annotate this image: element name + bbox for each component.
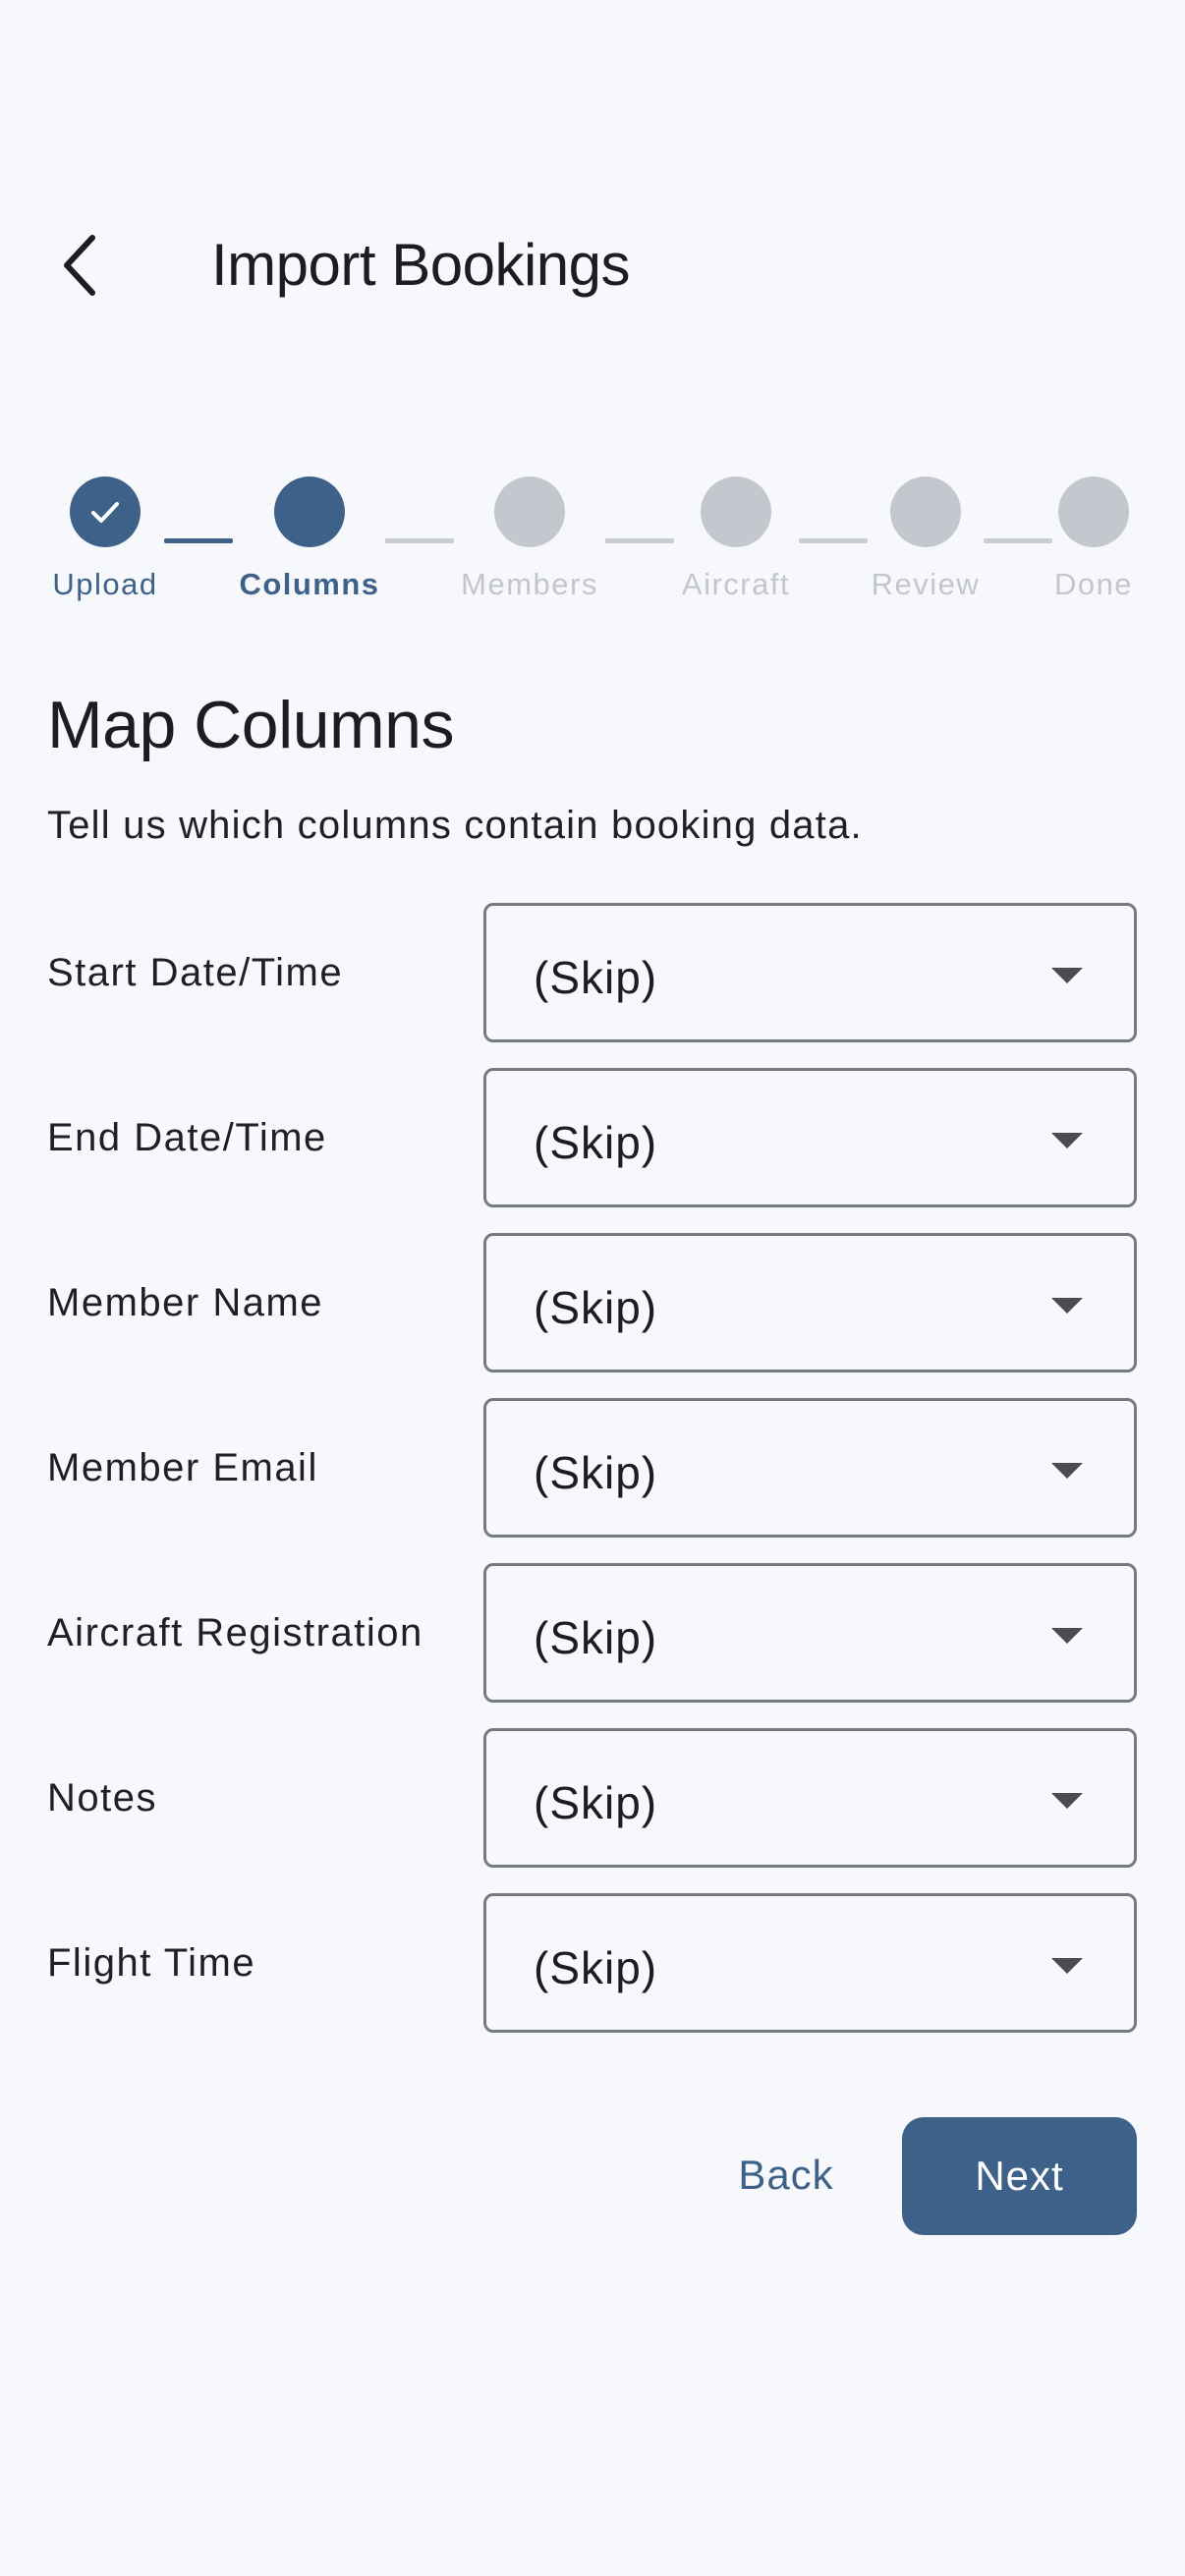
dropdown-arrow-icon [1051, 1628, 1083, 1644]
column-select[interactable]: (Skip) [483, 1233, 1137, 1372]
step-upload-indicator [70, 476, 141, 547]
column-select[interactable]: (Skip) [483, 1563, 1137, 1703]
step-members-indicator [494, 476, 565, 547]
field-label: Aircraft Registration [47, 1611, 423, 1654]
step-aircraft-indicator [701, 476, 771, 547]
select-value: (Skip) [534, 1117, 658, 1168]
step-connector [799, 538, 868, 543]
dropdown-arrow-icon [1051, 1133, 1083, 1148]
page-title: Import Bookings [211, 232, 631, 298]
select-value: (Skip) [534, 1282, 658, 1333]
field-label: Member Email [47, 1446, 318, 1489]
mapping-row: End Date/Time (Skip) [0, 1068, 1185, 1207]
step-connector [164, 538, 233, 543]
step-label: Review [871, 567, 981, 601]
step-columns[interactable]: Columns [211, 476, 408, 604]
column-select[interactable]: (Skip) [483, 1398, 1137, 1538]
dropdown-arrow-icon [1051, 1958, 1083, 1974]
step-label: Aircraft [681, 567, 791, 601]
column-select[interactable]: (Skip) [483, 1728, 1137, 1868]
column-select[interactable]: (Skip) [483, 1068, 1137, 1207]
dropdown-arrow-icon [1051, 1298, 1083, 1314]
step-columns-indicator [274, 476, 345, 547]
field-label: End Date/Time [47, 1116, 327, 1159]
step-connector [984, 538, 1052, 543]
step-label: Upload [52, 567, 158, 601]
mapping-row: Aircraft Registration (Skip) [0, 1563, 1185, 1703]
back-button[interactable]: Back [705, 2117, 867, 2233]
select-value: (Skip) [534, 1447, 658, 1498]
section-description: Tell us which columns contain booking da… [47, 804, 863, 847]
dropdown-arrow-icon [1051, 1793, 1083, 1809]
step-review-indicator [890, 476, 961, 547]
next-button[interactable]: Next [902, 2117, 1137, 2235]
step-done-indicator [1058, 476, 1129, 547]
dropdown-arrow-icon [1051, 968, 1083, 983]
column-select[interactable]: (Skip) [483, 903, 1137, 1042]
mapping-row: Notes (Skip) [0, 1728, 1185, 1868]
select-value: (Skip) [534, 1777, 658, 1828]
check-icon [91, 502, 119, 523]
step-members[interactable]: Members [431, 476, 628, 604]
step-label: Members [461, 567, 598, 601]
chevron-left-icon[interactable] [47, 226, 116, 305]
field-label: Flight Time [47, 1941, 256, 1985]
column-select[interactable]: (Skip) [483, 1893, 1137, 2033]
mapping-row: Member Email (Skip) [0, 1398, 1185, 1538]
section-title: Map Columns [47, 688, 455, 762]
dropdown-arrow-icon [1051, 1463, 1083, 1479]
mapping-row: Flight Time (Skip) [0, 1893, 1185, 2033]
field-label: Member Name [47, 1281, 324, 1324]
step-connector [385, 538, 454, 543]
mapping-row: Start Date/Time (Skip) [0, 903, 1185, 1042]
app-bar: Import Bookings [0, 0, 1185, 393]
field-label: Start Date/Time [47, 951, 344, 994]
step-label: Columns [239, 567, 380, 601]
select-value: (Skip) [534, 1612, 658, 1663]
mapping-row: Member Name (Skip) [0, 1233, 1185, 1372]
field-label: Notes [47, 1776, 157, 1820]
step-connector [605, 538, 674, 543]
select-value: (Skip) [534, 952, 658, 1003]
step-label: Done [1053, 567, 1134, 601]
select-value: (Skip) [534, 1942, 658, 1993]
